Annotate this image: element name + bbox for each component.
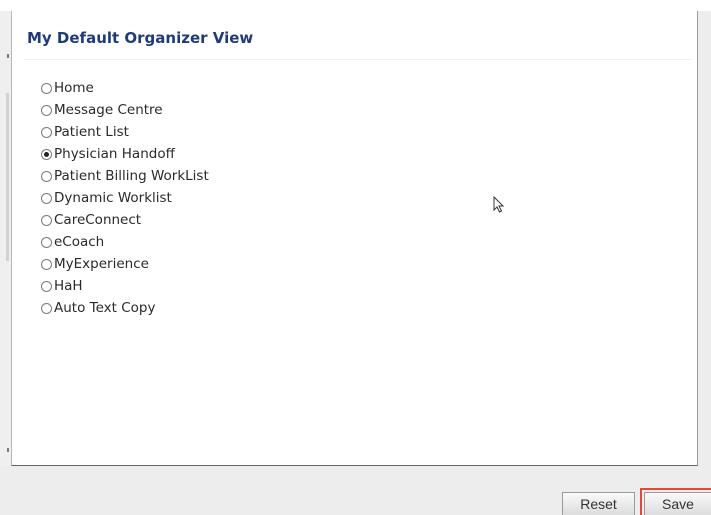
organizer-option[interactable]: Patient Billing WorkList [41,165,209,187]
left-scrollbar[interactable] [0,11,11,466]
organizer-option-label: Physician Handoff [54,146,175,162]
radio-icon[interactable] [41,236,52,248]
radio-icon[interactable] [41,126,52,138]
organizer-option[interactable]: eCoach [41,231,209,253]
organizer-option[interactable]: Dynamic Worklist [41,187,209,209]
radio-icon[interactable] [41,258,52,270]
organizer-option-label: Dynamic Worklist [54,190,172,206]
radio-icon[interactable] [41,104,52,116]
radio-selected-icon[interactable] [41,148,52,160]
organizer-option[interactable]: HaH [41,275,209,297]
radio-icon[interactable] [41,280,52,292]
organizer-option[interactable]: Auto Text Copy [41,297,209,319]
radio-icon[interactable] [41,82,52,94]
organizer-option-label: MyExperience [54,256,149,272]
organizer-option[interactable]: MyExperience [41,253,209,275]
panel-title: My Default Organizer View [27,29,254,47]
save-button[interactable]: Save [644,492,711,515]
organizer-option-label: Patient List [54,124,129,140]
organizer-option-label: Home [54,80,94,96]
organizer-option[interactable]: Physician Handoff [41,143,209,165]
scroll-down-mark [7,448,9,452]
organizer-option-label: eCoach [54,234,105,250]
radio-icon[interactable] [41,302,52,314]
radio-icon[interactable] [41,192,52,204]
organizer-option-label: Auto Text Copy [54,300,156,316]
organizer-option-label: Patient Billing WorkList [54,168,209,184]
organizer-option-label: CareConnect [54,212,142,228]
mouse-pointer-icon [493,196,505,213]
organizer-option[interactable]: Message Centre [41,99,209,121]
reset-button[interactable]: Reset [562,492,635,515]
radio-icon[interactable] [41,170,52,182]
organizer-option[interactable]: Patient List [41,121,209,143]
organizer-option-label: HaH [54,278,83,294]
title-divider [24,59,692,60]
organizer-view-panel: My Default Organizer View Home Message Ce… [11,11,698,466]
organizer-option[interactable]: CareConnect [41,209,209,231]
top-strip [0,0,711,11]
organizer-option[interactable]: Home [41,77,209,99]
scrollbar-thumb[interactable] [6,93,9,261]
radio-icon[interactable] [41,214,52,226]
organizer-options-list: Home Message Centre Patient List Physician … [41,77,209,319]
organizer-option-label: Message Centre [54,102,163,118]
scroll-up-mark [7,54,9,58]
